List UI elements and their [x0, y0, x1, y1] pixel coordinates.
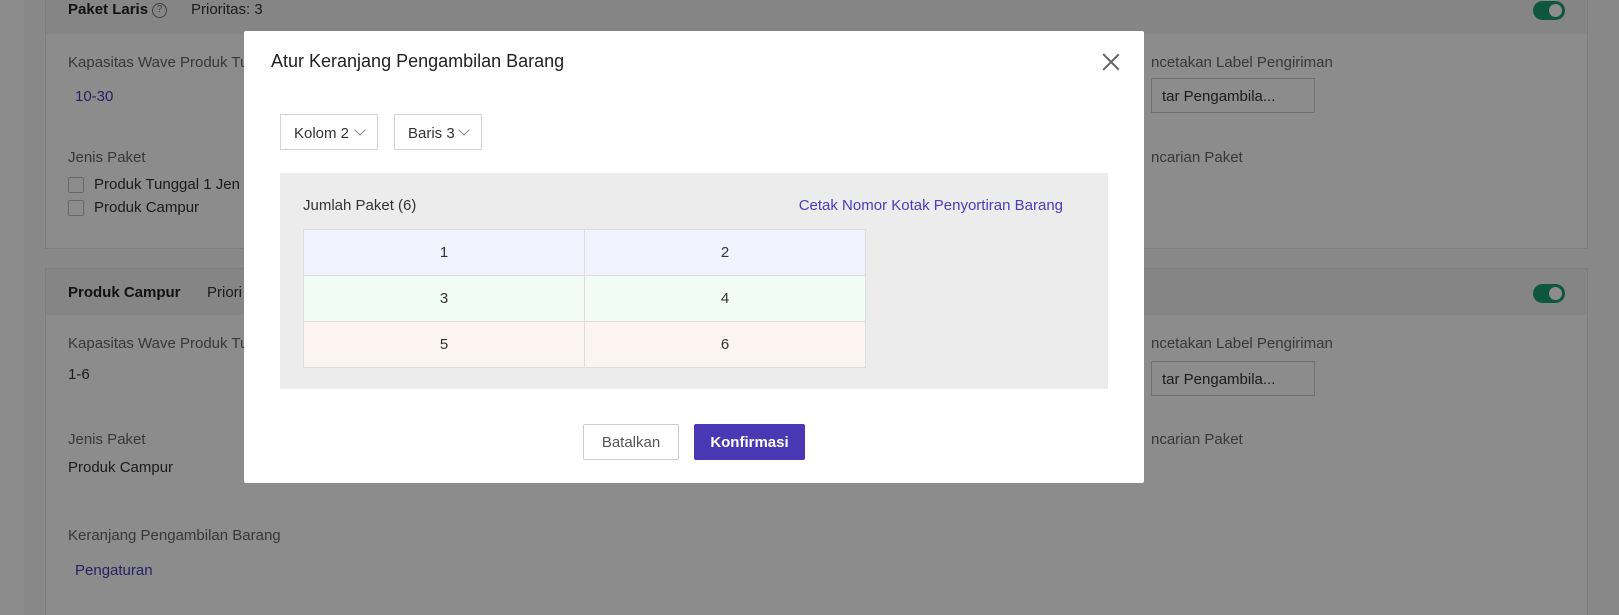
- grid-cell: 3: [303, 275, 585, 322]
- row-select-value: Baris 3: [408, 125, 455, 142]
- grid-cell: 6: [584, 321, 866, 368]
- chevron-down-icon: [354, 124, 366, 136]
- basket-grid-panel: Jumlah Paket (6) Cetak Nomor Kotak Penyo…: [280, 173, 1108, 389]
- column-select-value: Kolom 2: [294, 125, 350, 142]
- modal-title: Atur Keranjang Pengambilan Barang: [271, 51, 565, 71]
- chevron-down-icon: [458, 124, 470, 136]
- confirm-button[interactable]: Konfirmasi: [694, 424, 805, 460]
- grid-row: 12: [303, 229, 866, 276]
- basket-grid: 123456: [303, 229, 866, 368]
- picking-basket-modal: Atur Keranjang Pengambilan Barang Kolom …: [244, 31, 1144, 483]
- grid-row: 56: [303, 321, 866, 368]
- row-select[interactable]: Baris 3: [394, 114, 482, 150]
- print-sorting-box-number-link[interactable]: Cetak Nomor Kotak Penyortiran Barang: [799, 197, 1063, 214]
- grid-cell: 2: [584, 229, 866, 276]
- grid-cell: 1: [303, 229, 585, 276]
- package-count: Jumlah Paket (6): [303, 197, 417, 214]
- grid-row: 34: [303, 275, 866, 322]
- grid-cell: 4: [584, 275, 866, 322]
- close-icon[interactable]: [1100, 51, 1122, 73]
- grid-cell: 5: [303, 321, 585, 368]
- cancel-button[interactable]: Batalkan: [583, 424, 679, 460]
- column-select[interactable]: Kolom 2: [280, 114, 378, 150]
